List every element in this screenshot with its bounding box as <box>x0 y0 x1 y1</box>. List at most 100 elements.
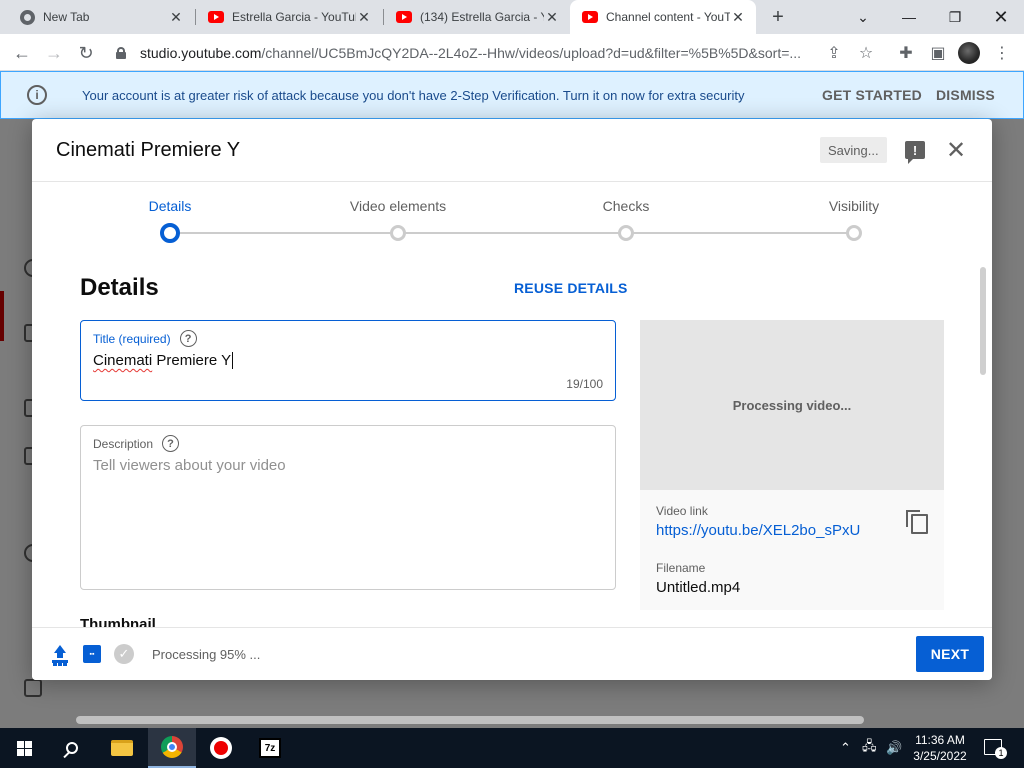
tab-close-icon[interactable]: ✕ <box>730 9 746 25</box>
filename: Untitled.mp4 <box>656 579 741 596</box>
system-clock[interactable]: 11:36 AM 3/25/2022 <box>910 732 970 764</box>
dialog-title: Cinemati Premiere Y <box>56 139 241 161</box>
reload-button[interactable]: ↻ <box>72 39 100 67</box>
tab-estrella-garcia[interactable]: Estrella Garcia - YouTube ✕ <box>196 0 382 34</box>
step-video-elements[interactable]: Video elements <box>338 198 458 214</box>
step-dot-visibility[interactable] <box>846 225 862 241</box>
7zip-taskbar-button[interactable]: 7z <box>246 728 294 768</box>
description-field-label: Description ? <box>93 435 180 452</box>
youtube-icon <box>396 11 412 23</box>
start-button[interactable] <box>0 728 48 768</box>
title-char-count: 19/100 <box>566 377 603 391</box>
side-panel-icon[interactable]: ▣ <box>925 40 951 66</box>
processing-status: Processing 95% ... <box>152 647 261 662</box>
search-icon <box>66 742 78 754</box>
description-field[interactable]: Description ? Tell viewers about your vi… <box>80 425 616 590</box>
back-button[interactable]: ← <box>8 39 36 67</box>
chrome-icon <box>20 9 35 25</box>
title-input[interactable]: Cinemati Premiere Y <box>93 352 234 369</box>
new-tab-button[interactable]: + <box>766 5 790 29</box>
step-dot-details[interactable] <box>160 223 180 243</box>
tab-title: New Tab <box>43 10 90 24</box>
title-field[interactable]: Title (required) ? Cinemati Premiere Y 1… <box>80 320 616 401</box>
tab-channel-content[interactable]: Channel content - YouTube Studio ✕ <box>570 0 756 34</box>
chrome-icon <box>161 736 183 758</box>
help-icon[interactable]: ? <box>179 330 197 347</box>
copy-icon[interactable] <box>906 510 928 534</box>
share-icon[interactable]: ⇪ <box>821 40 847 66</box>
folder-icon <box>111 740 133 756</box>
filename-label: Filename <box>656 561 706 575</box>
feedback-icon[interactable]: ! <box>905 141 925 164</box>
dialog-scrollbar[interactable] <box>980 267 986 375</box>
hd-icon[interactable]: ▪▪ <box>83 645 101 663</box>
recorder-taskbar-button[interactable] <box>197 728 245 768</box>
step-dot-video-elements[interactable] <box>390 225 406 241</box>
youtube-icon <box>208 11 224 23</box>
tab-title: Channel content - YouTube Studio <box>606 10 730 24</box>
clock-date: 3/25/2022 <box>913 749 967 763</box>
windows-taskbar: 7z ⌃ 🖧 🔊 11:36 AM 3/25/2022 1 <box>0 728 1024 768</box>
close-window-button[interactable]: ✕ <box>978 0 1024 34</box>
lock-icon <box>116 46 126 59</box>
tab-new-tab[interactable]: New Tab ✕ <box>8 0 194 34</box>
chrome-menu-icon[interactable]: ⋮ <box>989 40 1015 66</box>
video-link[interactable]: https://youtu.be/XEL2bo_sPxU <box>656 522 860 539</box>
dialog-content: Details REUSE DETAILS Title (required) ?… <box>32 252 992 627</box>
tab-estrella-garcia-134[interactable]: (134) Estrella Garcia - YouTube ✕ <box>384 0 570 34</box>
close-icon[interactable]: ✕ <box>944 139 968 163</box>
help-icon[interactable]: ? <box>162 435 180 452</box>
restore-button[interactable]: ❐ <box>932 0 978 34</box>
minimize-button[interactable]: — <box>886 0 932 34</box>
search-button[interactable] <box>48 728 96 768</box>
details-heading: Details <box>80 274 159 301</box>
page-horizontal-scrollbar[interactable] <box>76 716 864 724</box>
address-bar[interactable]: studio.youtube.com/channel/UC5BmJcQY2DA-… <box>108 38 884 67</box>
file-explorer-button[interactable] <box>98 728 146 768</box>
upload-icon-base <box>52 660 68 663</box>
video-link-label: Video link <box>656 504 708 518</box>
description-input[interactable]: Tell viewers about your video <box>93 457 286 474</box>
tab-close-icon[interactable]: ✕ <box>544 9 560 25</box>
saving-status-chip: Saving... <box>820 137 887 163</box>
tab-title: Estrella Garcia - YouTube <box>232 10 356 24</box>
thumbnail-heading: Thumbnail <box>80 616 156 627</box>
tab-search-icon[interactable]: ⌄ <box>840 0 886 34</box>
browser-tab-strip: New Tab ✕ Estrella Garcia - YouTube ✕ (1… <box>0 0 1024 34</box>
check-icon[interactable]: ✓ <box>114 644 134 664</box>
next-button[interactable]: NEXT <box>916 636 984 672</box>
tab-close-icon[interactable]: ✕ <box>168 9 184 25</box>
forward-button[interactable]: → <box>40 39 68 67</box>
upload-stepper: Details Video elements Checks Visibility <box>32 182 992 252</box>
extensions-icon[interactable]: ✚ <box>893 40 919 66</box>
browser-toolbar: ← → ↻ studio.youtube.com/channel/UC5BmJc… <box>0 34 1024 71</box>
info-icon: i <box>27 85 47 105</box>
step-dot-checks[interactable] <box>618 225 634 241</box>
get-started-button[interactable]: GET STARTED <box>822 87 922 103</box>
step-visibility[interactable]: Visibility <box>794 198 914 214</box>
video-preview-card: Processing video... Video link https://y… <box>640 320 944 610</box>
profile-avatar[interactable] <box>958 42 980 64</box>
dialog-header: Cinemati Premiere Y Saving... ! ✕ <box>32 119 992 182</box>
step-details[interactable]: Details <box>110 198 230 214</box>
volume-icon[interactable]: 🔊 <box>886 728 902 768</box>
show-hidden-icons[interactable]: ⌃ <box>840 728 851 768</box>
security-banner: i Your account is at greater risk of att… <box>0 71 1024 119</box>
upload-dialog: Cinemati Premiere Y Saving... ! ✕ Detail… <box>32 119 992 680</box>
step-checks[interactable]: Checks <box>566 198 686 214</box>
notification-count: 1 <box>995 747 1007 759</box>
7zip-icon: 7z <box>259 738 281 758</box>
banner-text: Your account is at greater risk of attac… <box>82 87 745 103</box>
network-icon[interactable]: 🖧 <box>862 728 877 768</box>
tab-close-icon[interactable]: ✕ <box>356 9 372 25</box>
video-preview: Processing video... <box>640 320 944 490</box>
tab-title: (134) Estrella Garcia - YouTube <box>420 10 544 24</box>
stepper-track <box>178 232 854 234</box>
bookmark-star-icon[interactable]: ☆ <box>853 40 879 66</box>
dismiss-button[interactable]: DISMISS <box>936 87 995 103</box>
chrome-taskbar-button[interactable] <box>148 728 196 768</box>
dialog-footer: ▪▪ ✓ Processing 95% ... NEXT <box>32 627 992 680</box>
url-text: studio.youtube.com/channel/UC5BmJcQY2DA-… <box>140 44 802 61</box>
reuse-details-button[interactable]: REUSE DETAILS <box>514 280 628 296</box>
clock-time: 11:36 AM <box>915 733 965 747</box>
